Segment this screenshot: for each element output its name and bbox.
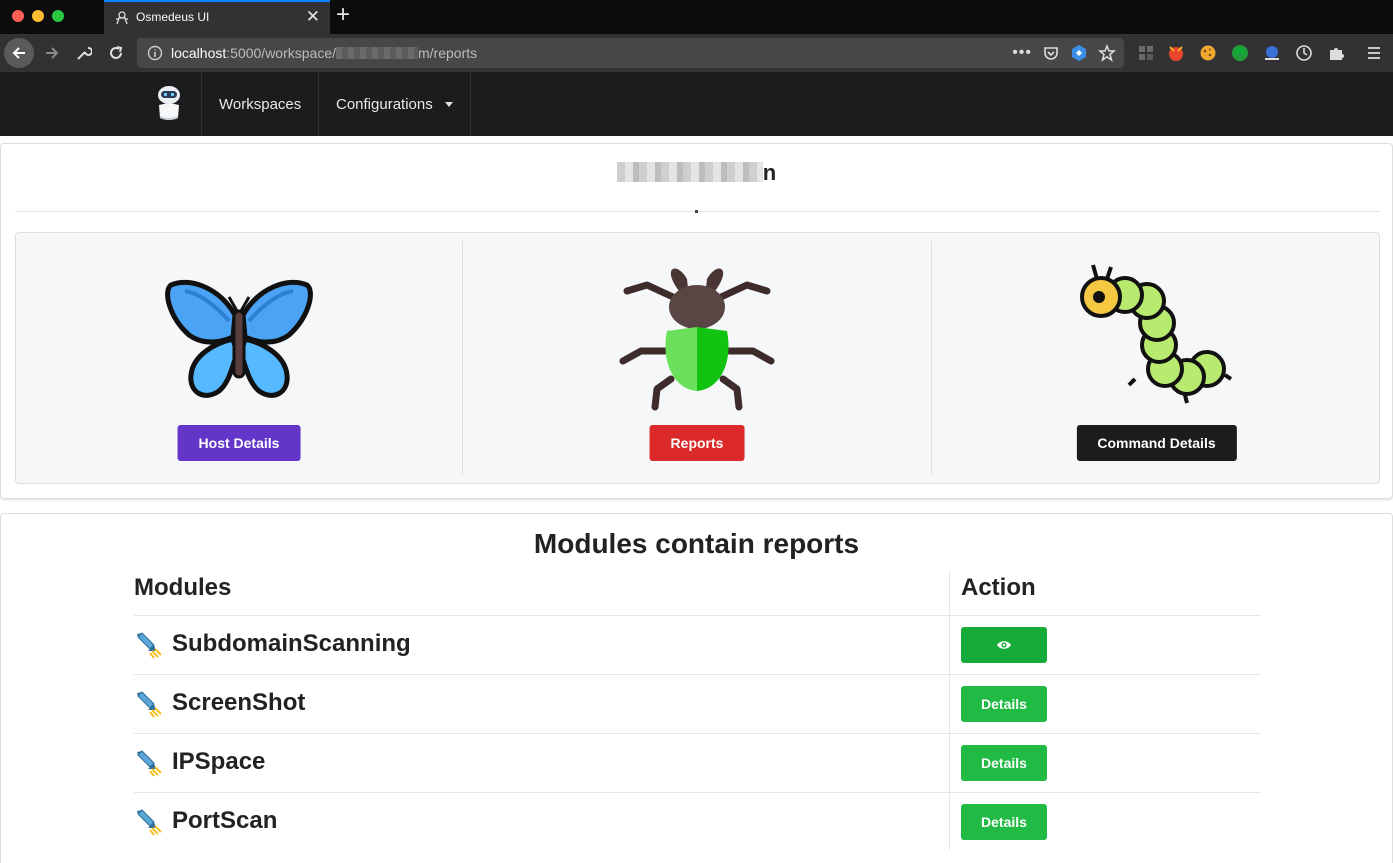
tab-favicon-icon (116, 11, 128, 25)
new-tab-button[interactable]: + (336, 2, 350, 28)
bookmark-star-icon[interactable] (1098, 44, 1116, 62)
host-details-button[interactable]: Host Details (177, 425, 301, 461)
info-icon[interactable] (147, 45, 163, 61)
reports-card: Reports (463, 241, 932, 475)
wrench-icon (77, 47, 92, 60)
nav-configurations-label: Configurations (336, 95, 433, 113)
column-header-action: Action (961, 574, 1036, 601)
workspace-segment: n Host Details Reports Command Details (0, 143, 1393, 499)
table-header: Modules Action (134, 570, 1261, 616)
modules-table: Modules Action SubdomainScanning ScreenS… (134, 570, 1261, 852)
app-logo[interactable] (137, 72, 202, 136)
app-navbar: Workspaces Configurations (0, 72, 1393, 136)
butterfly-icon (165, 279, 313, 398)
hamburger-menu-icon[interactable] (1364, 43, 1384, 63)
module-name[interactable]: SubdomainScanning (172, 630, 411, 658)
reload-button[interactable] (101, 38, 131, 68)
customize-button[interactable] (69, 38, 99, 68)
modules-segment: Modules contain reports Modules Action S… (0, 513, 1393, 863)
cookie-icon[interactable] (1198, 43, 1218, 63)
page-actions-icon[interactable]: ••• (1012, 45, 1032, 61)
divider-dot (695, 210, 698, 213)
history-clock-icon[interactable] (1294, 43, 1314, 63)
minimize-window-button[interactable] (32, 10, 44, 22)
host-details-card: Host Details (16, 241, 463, 475)
eye-icon (997, 641, 1011, 649)
details-button[interactable]: Details (961, 804, 1047, 840)
table-row: IPSpace Details (134, 734, 1261, 793)
module-name[interactable]: PortScan (172, 807, 277, 835)
url-actions: ••• (1012, 44, 1116, 62)
reports-button[interactable]: Reports (649, 425, 745, 461)
tab-title: Osmedeus UI (136, 10, 210, 24)
module-name[interactable]: IPSpace (172, 748, 265, 776)
table-row: PortScan Details (134, 793, 1261, 852)
command-details-button[interactable]: Command Details (1076, 425, 1237, 461)
arrow-left-icon (12, 47, 25, 59)
url-redacted-segment (336, 47, 418, 59)
nav-workspaces[interactable]: Workspaces (202, 72, 319, 136)
forward-button[interactable] (37, 38, 67, 68)
details-button[interactable]: Details (961, 686, 1047, 722)
back-button[interactable] (4, 38, 34, 68)
view-module-button[interactable] (961, 627, 1047, 663)
url-host: localhost (171, 45, 227, 61)
workspace-title-suffix: n (762, 160, 777, 185)
extension-grid-icon[interactable] (1136, 43, 1156, 63)
url-path-after: m/reports (418, 45, 478, 61)
url-bar[interactable]: localhost:5000/workspace/m/reports ••• (137, 38, 1124, 68)
workspace-title: n (1, 160, 1392, 186)
browser-tab-bar: Osmedeus UI ✕ + (0, 0, 1393, 34)
url-text[interactable]: localhost:5000/workspace/m/reports (171, 45, 477, 61)
command-details-card: Command Details (932, 241, 1381, 475)
arrow-right-icon (46, 47, 59, 59)
modules-heading: Modules contain reports (533, 528, 860, 559)
nav-configurations-dropdown[interactable]: Configurations (319, 72, 471, 136)
nav-workspaces-label: Workspaces (219, 95, 302, 113)
details-button[interactable]: Details (961, 745, 1047, 781)
browser-toolbar: localhost:5000/workspace/m/reports ••• (0, 34, 1393, 72)
caterpillar-icon (1079, 264, 1232, 404)
rocket-icon (137, 691, 162, 718)
column-header-modules: Modules (134, 574, 232, 601)
tab-close-icon[interactable]: ✕ (306, 7, 320, 27)
browser-tab[interactable]: Osmedeus UI ✕ (104, 0, 330, 34)
rocket-icon (137, 809, 162, 836)
extension-fox-icon[interactable] (1166, 43, 1186, 63)
robot-logo-icon (158, 86, 180, 120)
workspace-name-redacted (616, 162, 763, 182)
table-row: SubdomainScanning (134, 616, 1261, 675)
pocket-icon[interactable] (1042, 44, 1060, 62)
dropdown-caret-icon (444, 101, 453, 107)
rocket-icon (137, 632, 162, 659)
extension-green-icon[interactable] (1230, 43, 1250, 63)
workspace-cards: Host Details Reports Command Details (15, 232, 1380, 484)
url-path-before: :5000/workspace/ (226, 45, 336, 61)
rocket-icon (137, 750, 162, 777)
table-row: ScreenShot Details (134, 675, 1261, 734)
module-name[interactable]: ScreenShot (172, 689, 305, 717)
puzzle-extensions-icon[interactable] (1326, 43, 1346, 63)
reload-icon (110, 46, 123, 59)
maximize-window-button[interactable] (52, 10, 64, 22)
extension-shield-icon[interactable] (1070, 44, 1088, 62)
beetle-icon (619, 268, 775, 411)
extension-globe-icon[interactable] (1262, 43, 1282, 63)
close-window-button[interactable] (12, 10, 24, 22)
